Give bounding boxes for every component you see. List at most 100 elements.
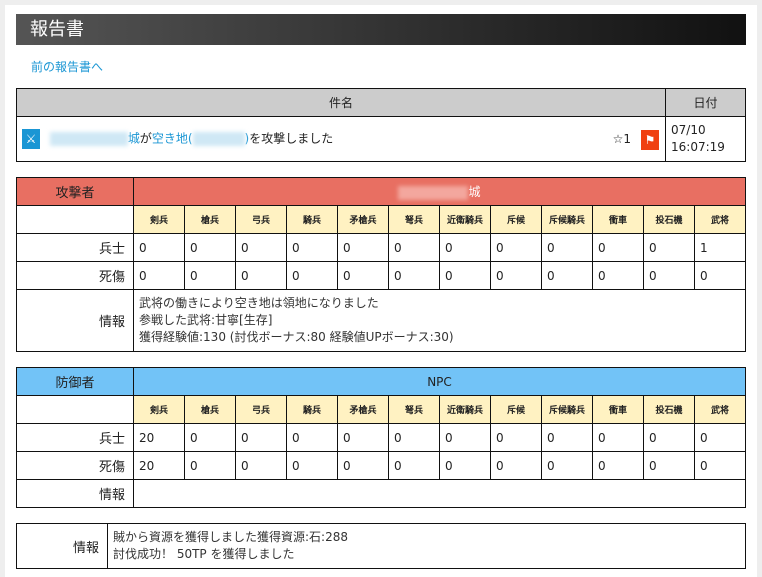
info-line: 獲得経験値:130 (討伐ボーナス:80 経験値UPボーナス:30)	[139, 330, 454, 344]
casualty-count: 0	[694, 451, 746, 480]
casualty-count: 0	[592, 261, 644, 290]
result-label: 情報	[16, 523, 108, 569]
unit-header: 矛槍兵	[337, 205, 389, 234]
soldier-count: 0	[337, 233, 389, 262]
soldier-count: 0	[541, 233, 593, 262]
result-table: 情報 賊から資源を獲得しました獲得資源:石:288 討伐成功！ 50TP を獲得…	[16, 523, 746, 569]
attack-swords-icon: ⚔	[22, 129, 40, 149]
defender-info	[133, 479, 746, 508]
unit-header: 騎兵	[286, 395, 338, 424]
casualty-count: 0	[490, 451, 542, 480]
coords-blurred	[192, 132, 245, 146]
casualty-count: 0	[439, 261, 491, 290]
defender-table: 防御者 NPC 剣兵 槍兵 弓兵 騎兵 矛槍兵 弩兵 近衛騎兵 斥候 斥候騎兵 衝車 投石機 武将 兵…	[16, 367, 746, 508]
casualty-count: 0	[184, 451, 236, 480]
row-label: 兵士	[16, 423, 134, 452]
battle-result-icon: ⚑	[641, 130, 659, 150]
unit-header: 弓兵	[235, 395, 287, 424]
unit-header: 剣兵	[133, 205, 185, 234]
previous-report-link[interactable]: 前の報告書へ	[31, 58, 103, 75]
unit-header: 弩兵	[388, 395, 440, 424]
soldier-count: 0	[133, 233, 185, 262]
casualty-count: 0	[439, 451, 491, 480]
soldier-count: 0	[286, 233, 338, 262]
soldier-count: 0	[235, 233, 287, 262]
soldier-count: 0	[541, 423, 593, 452]
soldier-count: 0	[235, 423, 287, 452]
casualty-count: 0	[235, 261, 287, 290]
attacker-table: 攻撃者 城 剣兵 槍兵 弓兵 騎兵 矛槍兵 弩兵 近衛騎兵 斥候 斥候騎兵 衝車 投石機 武将 兵士 0…	[16, 177, 746, 352]
unit-header: 槍兵	[184, 395, 236, 424]
unit-header: 斥候	[490, 395, 542, 424]
defender-label: 防御者	[16, 367, 134, 396]
target-link[interactable]: 空き地(	[152, 132, 193, 146]
unit-header: 剣兵	[133, 395, 185, 424]
row-label: 死傷	[16, 261, 134, 290]
attacker-castle: 城	[468, 185, 481, 199]
soldier-count: 0	[184, 423, 236, 452]
report-date: 07/10	[671, 123, 706, 137]
date-header: 日付	[665, 88, 746, 117]
unit-header: 衝車	[592, 205, 644, 234]
subject-text: が	[139, 131, 152, 146]
unit-header: 近衛騎兵	[439, 205, 491, 234]
unit-header: 槍兵	[184, 205, 236, 234]
unit-header: 弓兵	[235, 205, 287, 234]
player-name-blurred	[49, 132, 128, 146]
unit-header: 矛槍兵	[337, 395, 389, 424]
soldiers-row: 兵士 20 0 0 0 0 0 0 0 0 0 0 0	[16, 423, 746, 452]
soldier-count: 0	[439, 423, 491, 452]
casualty-count: 0	[541, 261, 593, 290]
row-label: 兵士	[16, 233, 134, 262]
info-line: 参戦した武将:甘寧[生存]	[139, 313, 273, 327]
unit-header: 斥候騎兵	[541, 395, 593, 424]
castle-link[interactable]: 城	[128, 132, 140, 146]
soldier-count: 0	[643, 423, 695, 452]
casualty-count: 0	[643, 261, 695, 290]
info-line: 武将の働きにより空き地は領地になりました	[139, 296, 379, 310]
casualty-count: 0	[541, 451, 593, 480]
casualty-count: 0	[592, 451, 644, 480]
soldier-count: 0	[592, 423, 644, 452]
unit-header: 投石機	[643, 395, 695, 424]
soldier-count: 0	[439, 233, 491, 262]
soldier-count: 1	[694, 233, 746, 262]
subject-header: 件名	[16, 88, 666, 117]
info-line: 討伐成功！ 50TP を獲得しました	[113, 547, 295, 561]
casualty-count: 0	[235, 451, 287, 480]
unit-header: 斥候	[490, 205, 542, 234]
casualties-row: 死傷 0 0 0 0 0 0 0 0 0 0 0 0	[16, 261, 746, 290]
subject-table: 件名 日付 ⚔ 城が空き地()を攻撃しました ☆1 ⚑ 07/10 16:07:1…	[16, 88, 746, 162]
casualty-count: 0	[286, 451, 338, 480]
unit-header: 騎兵	[286, 205, 338, 234]
casualty-count: 0	[388, 451, 440, 480]
unit-header: 武将	[694, 205, 746, 234]
casualty-count: 0	[184, 261, 236, 290]
page-title: 報告書	[16, 14, 746, 45]
subject-text-end: を攻撃しました	[249, 131, 334, 146]
casualty-count: 0	[694, 261, 746, 290]
casualty-count: 20	[133, 451, 185, 480]
soldiers-row: 兵士 0 0 0 0 0 0 0 0 0 0 0 1	[16, 233, 746, 262]
casualty-count: 0	[337, 451, 389, 480]
casualty-count: 0	[337, 261, 389, 290]
soldier-count: 0	[388, 233, 440, 262]
soldier-count: 0	[592, 233, 644, 262]
report-time: 16:07:19	[671, 140, 725, 154]
soldier-count: 0	[490, 233, 542, 262]
soldier-count: 0	[286, 423, 338, 452]
casualty-count: 0	[490, 261, 542, 290]
attacker-name-blurred	[398, 185, 469, 200]
defender-name: NPC	[133, 367, 746, 396]
casualty-count: 0	[388, 261, 440, 290]
soldier-count: 0	[694, 423, 746, 452]
row-label: 情報	[16, 479, 134, 508]
soldier-count: 0	[388, 423, 440, 452]
casualty-count: 0	[286, 261, 338, 290]
soldier-count: 0	[643, 233, 695, 262]
unit-header: 衝車	[592, 395, 644, 424]
soldier-count: 0	[184, 233, 236, 262]
unit-header: 弩兵	[388, 205, 440, 234]
casualty-count: 0	[643, 451, 695, 480]
soldier-count: 20	[133, 423, 185, 452]
